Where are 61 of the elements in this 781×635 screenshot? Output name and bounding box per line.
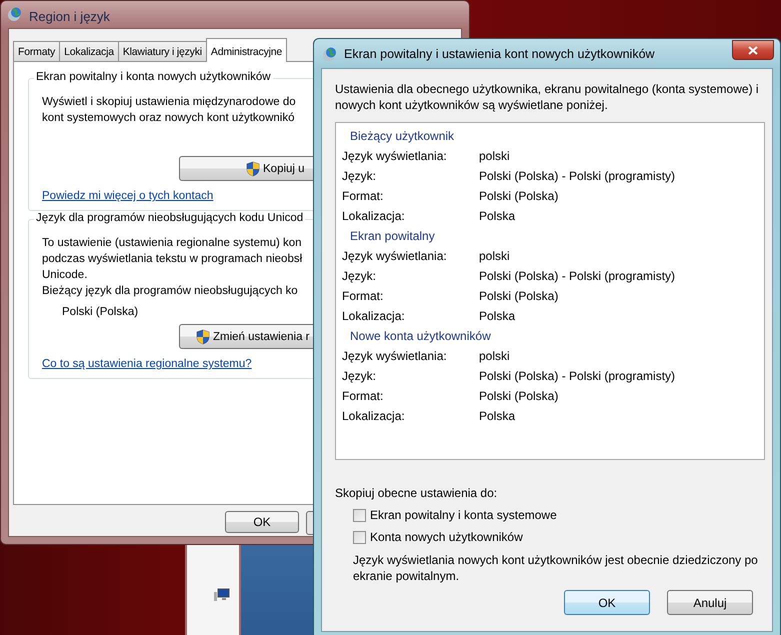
tab[interactable]: Klawiatury i języki bbox=[118, 41, 207, 61]
cancel-button[interactable]: Anuluj bbox=[667, 590, 753, 615]
copy-label: Skopiuj obecne ustawienia do: bbox=[335, 486, 498, 500]
ok-button[interactable]: OK bbox=[225, 511, 299, 533]
description-text: Wyświetl i skopiuj ustawienia międzynarodowe do bbox=[42, 95, 296, 110]
setting-label: Format: bbox=[342, 288, 384, 305]
setting-label: Format: bbox=[342, 388, 384, 405]
description-text: kont systemowych oraz nowych kont użytkownikó bbox=[42, 111, 294, 126]
section-heading: Bieżący użytkownik bbox=[349, 128, 456, 145]
section-heading: Nowe konta użytkowników bbox=[349, 328, 492, 345]
close-button[interactable] bbox=[732, 40, 774, 60]
close-icon bbox=[748, 46, 758, 54]
description-text: Unicode. bbox=[42, 268, 88, 283]
setting-label: Język wyświetlania: bbox=[342, 248, 448, 265]
setting-value: polski bbox=[479, 348, 510, 365]
tab[interactable]: Lokalizacja bbox=[59, 41, 119, 61]
setting-value: Polski (Polska) - Polski (programisty) bbox=[479, 368, 676, 385]
setting-value: Polski (Polska) bbox=[479, 188, 558, 205]
setting-label: Język: bbox=[342, 268, 378, 285]
description-text: podczas wyświetlania tekstu w programach nieobsł bbox=[42, 252, 302, 267]
description-text: Bieżący język dla programów nieobsługujących ko bbox=[42, 284, 298, 299]
setting-label: Język wyświetlania: bbox=[342, 148, 448, 165]
setting-label: Język wyświetlania: bbox=[342, 348, 448, 365]
setting-label: Lokalizacja: bbox=[342, 208, 406, 225]
window-title: Region i język bbox=[29, 8, 110, 24]
dialog-title: Ekran powitalny i ustawienia kont nowych użytkowników bbox=[344, 47, 655, 61]
group-title: Ekran powitalny i konta nowych użytkowników bbox=[34, 71, 273, 83]
setting-value: polski bbox=[479, 248, 510, 265]
setting-value: Polska bbox=[479, 408, 516, 425]
current-language: Polski (Polska) bbox=[62, 306, 138, 318]
setting-value: Polska bbox=[479, 208, 516, 225]
checkbox-label[interactable]: Ekran powitalny i konta systemowe bbox=[370, 508, 557, 522]
intro-text: Ustawienia dla obecnego użytkownika, ekranu powitalnego (konta systemowe) i nowych kont użytkowników są wyświetlane poniżej. bbox=[335, 81, 760, 113]
checkbox[interactable] bbox=[353, 508, 366, 522]
globe-icon bbox=[322, 46, 338, 62]
note-text: Język wyświetlania nowych kont użytkowników jest obecnie dziedziczony po ekranie powitalnym. bbox=[353, 552, 759, 584]
setting-value: Polski (Polska) bbox=[479, 388, 558, 405]
setting-label: Format: bbox=[342, 188, 384, 205]
tab[interactable]: Formaty bbox=[13, 41, 60, 61]
globe-icon bbox=[7, 6, 23, 22]
checkbox[interactable] bbox=[353, 530, 366, 544]
tab[interactable]: Administracyjne bbox=[206, 38, 288, 62]
section-heading: Ekran powitalny bbox=[349, 228, 436, 245]
group-title: Język dla programów nieobsługujących kodu Unicod bbox=[34, 212, 306, 224]
shield-icon bbox=[246, 160, 260, 176]
setting-value: Polska bbox=[479, 308, 516, 325]
shield-icon bbox=[196, 328, 210, 344]
setting-value: polski bbox=[479, 148, 510, 165]
checkbox-label[interactable]: Konta nowych użytkowników bbox=[370, 530, 523, 544]
setting-label: Język: bbox=[342, 368, 378, 385]
computer-icon bbox=[214, 588, 230, 602]
setting-label: Język: bbox=[342, 168, 378, 185]
setting-value: Polski (Polska) - Polski (programisty) bbox=[479, 268, 676, 285]
ok-button[interactable]: OK bbox=[564, 590, 650, 615]
setting-label: Lokalizacja: bbox=[342, 408, 406, 425]
description-text: To ustawienie (ustawienia regionalne systemu) kon bbox=[42, 236, 302, 251]
help-link[interactable]: Co to są ustawienia regionalne systemu? bbox=[42, 358, 252, 370]
setting-value: Polski (Polska) - Polski (programisty) bbox=[479, 168, 676, 185]
setting-label: Lokalizacja: bbox=[342, 308, 406, 325]
help-link[interactable]: Powiedz mi więcej o tych kontach bbox=[42, 190, 214, 202]
setting-value: Polski (Polska) bbox=[479, 288, 558, 305]
